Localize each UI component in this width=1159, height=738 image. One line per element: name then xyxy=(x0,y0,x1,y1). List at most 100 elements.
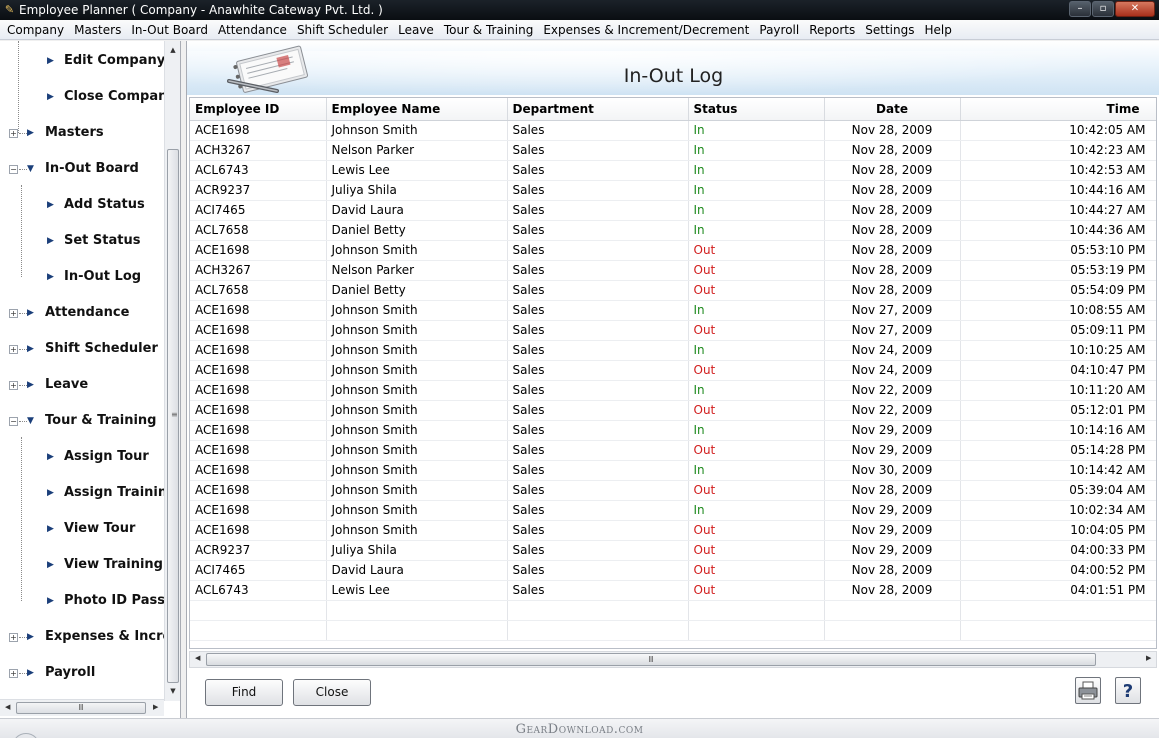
menu-masters[interactable]: Masters xyxy=(69,21,126,39)
table-row[interactable]: ACE1698 Johnson Smith Sales In Nov 27, 2009 1… xyxy=(190,300,1156,321)
help-button[interactable]: ? xyxy=(1115,677,1141,704)
sidebar-scroll-thumb[interactable]: ≡ xyxy=(167,149,179,683)
tree-expander-icon[interactable]: + xyxy=(9,345,18,354)
table-row[interactable]: ACI7465 David Laura Sales In Nov 28, 2009 10:… xyxy=(190,200,1156,221)
tree-expander-icon[interactable]: − xyxy=(9,417,18,426)
date-cell: Nov 30, 2009 xyxy=(824,460,961,481)
minimize-icon[interactable]: – xyxy=(1069,1,1091,17)
time-cell: 05:53:10 PM xyxy=(960,240,1156,261)
scroll-down-icon[interactable]: ▼ xyxy=(165,684,180,698)
table-row[interactable]: ACL6743 Lewis Lee Sales In Nov 28, 2009 10:42… xyxy=(190,160,1156,181)
sidebar-item-view-training[interactable]: View Training xyxy=(64,555,163,575)
menu-expenses-increment-decrement[interactable]: Expenses & Increment/Decrement xyxy=(538,21,754,39)
date-cell: Nov 28, 2009 xyxy=(824,200,961,221)
table-row[interactable]: ACE1698 Johnson Smith Sales In Nov 30, 2009 1… xyxy=(190,460,1156,481)
table-row[interactable]: ACE1698 Johnson Smith Sales Out Nov 29, 2009… xyxy=(190,520,1156,541)
sidebar-item-set-status[interactable]: Set Status xyxy=(64,231,140,251)
table-row[interactable]: ACL7658 Daniel Betty Sales In Nov 28, 2009 10… xyxy=(190,220,1156,241)
menu-reports[interactable]: Reports xyxy=(804,21,860,39)
menu-in-out-board[interactable]: In-Out Board xyxy=(126,21,213,39)
menu-settings[interactable]: Settings xyxy=(860,21,919,39)
menu-company[interactable]: Company xyxy=(2,21,69,39)
title-bar: ✎ Employee Planner ( Company - Anawhite … xyxy=(0,0,1159,20)
sidebar-item-in-out-log[interactable]: In-Out Log xyxy=(64,267,141,287)
find-button[interactable]: Find xyxy=(205,679,283,706)
table-row[interactable]: ACH3267 Nelson Parker Sales In Nov 28, 2009 1… xyxy=(190,140,1156,161)
scroll-right-icon[interactable]: ▶ xyxy=(153,703,158,711)
print-button[interactable] xyxy=(1075,677,1101,704)
table-row[interactable]: ACE1698 Johnson Smith Sales Out Nov 24, 2009… xyxy=(190,360,1156,381)
table-row[interactable]: ACE1698 Johnson Smith Sales Out Nov 28, 2009… xyxy=(190,480,1156,501)
close-button[interactable]: Close xyxy=(293,679,371,706)
sidebar-item-payroll[interactable]: Payroll xyxy=(45,663,95,683)
table-row[interactable]: ACE1698 Johnson Smith Sales Out Nov 22, 2009… xyxy=(190,400,1156,421)
sidebar-item-assign-training[interactable]: Assign Training xyxy=(64,483,176,503)
sidebar-vertical-scrollbar[interactable]: ▲ ≡ ▼ xyxy=(164,41,180,701)
grid-scroll-right-icon[interactable]: ▶ xyxy=(1146,654,1151,662)
menu-help[interactable]: Help xyxy=(919,21,956,39)
menu-shift-scheduler[interactable]: Shift Scheduler xyxy=(292,21,393,39)
menu-payroll[interactable]: Payroll xyxy=(754,21,804,39)
table-row[interactable]: ACE1698 Johnson Smith Sales In Nov 29, 2009 1… xyxy=(190,500,1156,521)
tree-expander-icon[interactable]: + xyxy=(9,381,18,390)
maximize-icon[interactable]: ▫ xyxy=(1092,1,1114,17)
sidebar-item-view-tour[interactable]: View Tour xyxy=(64,519,135,539)
table-row[interactable]: ACE1698 Johnson Smith Sales Out Nov 27, 2009… xyxy=(190,320,1156,341)
tree-expander-icon[interactable]: + xyxy=(9,309,18,318)
column-header-status[interactable]: Status xyxy=(688,98,825,121)
svg-text:?: ? xyxy=(1123,681,1133,702)
sidebar-item-attendance[interactable]: Attendance xyxy=(45,303,129,323)
column-header-employee-id[interactable]: Employee ID xyxy=(190,98,327,121)
employee-name-cell: Lewis Lee xyxy=(326,160,508,181)
column-header-date[interactable]: Date xyxy=(824,98,961,121)
sidebar-item-photo-id-pass[interactable]: Photo ID Pass xyxy=(64,591,165,611)
table-row[interactable]: ACE1698 Johnson Smith Sales In Nov 24, 2009 1… xyxy=(190,340,1156,361)
tree-expander-icon[interactable]: + xyxy=(9,129,18,138)
menu-attendance[interactable]: Attendance xyxy=(213,21,292,39)
tree-expander-icon[interactable]: + xyxy=(9,633,18,642)
sidebar-item-in-out-board[interactable]: In-Out Board xyxy=(45,159,139,179)
close-icon[interactable]: ✕ xyxy=(1115,1,1155,17)
table-row[interactable]: ACH3267 Nelson Parker Sales Out Nov 28, 2009… xyxy=(190,260,1156,281)
scroll-up-icon[interactable]: ▲ xyxy=(165,43,180,57)
sidebar-item-close-company[interactable]: Close Company xyxy=(64,87,176,107)
table-row[interactable]: ACL6743 Lewis Lee Sales Out Nov 28, 2009 04:0… xyxy=(190,580,1156,601)
table-row[interactable]: ACL7658 Daniel Betty Sales Out Nov 28, 2009 0… xyxy=(190,280,1156,301)
sidebar-item-edit-company[interactable]: Edit Company xyxy=(64,51,165,71)
help-icon: ? xyxy=(1123,681,1133,702)
department-cell: Sales xyxy=(507,180,689,201)
table-row[interactable]: ACR9237 Juliya Shila Sales In Nov 28, 2009 10… xyxy=(190,180,1156,201)
sidebar-item-expenses-increment-decrement[interactable]: Expenses & Increment/Decrement xyxy=(45,627,180,647)
sidebar-item-assign-tour[interactable]: Assign Tour xyxy=(64,447,149,467)
sidebar-item-shift-scheduler[interactable]: Shift Scheduler xyxy=(45,339,158,359)
table-row[interactable]: ACE1698 Johnson Smith Sales Out Nov 29, 2009… xyxy=(190,440,1156,461)
inout-log-grid[interactable]: Employee ID Employee Name Department Status… xyxy=(189,97,1157,649)
sidebar-item-leave[interactable]: Leave xyxy=(45,375,88,395)
column-header-department[interactable]: Department xyxy=(507,98,689,121)
grid-scroll-left-icon[interactable]: ◀ xyxy=(195,654,200,662)
scroll-left-icon[interactable]: ◀ xyxy=(5,703,10,711)
sidebar-item-add-status[interactable]: Add Status xyxy=(64,195,145,215)
employee-name-cell: Johnson Smith xyxy=(326,400,508,421)
table-row[interactable]: ACR9237 Juliya Shila Sales Out Nov 29, 2009 0… xyxy=(190,540,1156,561)
sidebar-item-masters[interactable]: Masters xyxy=(45,123,104,143)
employee-id-cell: ACE1698 xyxy=(190,400,327,421)
table-row[interactable]: ACE1698 Johnson Smith Sales Out Nov 28, 2009… xyxy=(190,240,1156,261)
table-row[interactable]: ACE1698 Johnson Smith Sales In Nov 22, 2009 1… xyxy=(190,380,1156,401)
sidebar-horizontal-scrollbar[interactable]: ◀ Ⅲ ▶ xyxy=(0,699,164,716)
column-header-time[interactable]: Time xyxy=(960,98,1156,121)
tree-expander-icon[interactable]: + xyxy=(9,669,18,678)
employee-id-cell: ACR9237 xyxy=(190,540,327,561)
table-row[interactable]: ACE1698 Johnson Smith Sales In Nov 29, 2009 1… xyxy=(190,420,1156,441)
sidebar-item-tour-training[interactable]: Tour & Training xyxy=(45,411,156,431)
column-header-employee-name[interactable]: Employee Name xyxy=(326,98,508,121)
menu-tour-training[interactable]: Tour & Training xyxy=(439,21,539,39)
tree-expander-icon[interactable]: − xyxy=(9,165,18,174)
watermark: GearDownload.com xyxy=(515,722,644,737)
grid-hscroll-thumb[interactable]: Ⅲ xyxy=(206,653,1096,666)
menu-leave[interactable]: Leave xyxy=(393,21,439,39)
sidebar-hscroll-thumb[interactable]: Ⅲ xyxy=(16,702,146,714)
table-row[interactable]: ACI7465 David Laura Sales Out Nov 28, 2009 04… xyxy=(190,560,1156,581)
grid-horizontal-scrollbar[interactable]: ◀ Ⅲ ▶ xyxy=(189,651,1157,668)
table-row[interactable]: ACE1698 Johnson Smith Sales In Nov 28, 2009 1… xyxy=(190,120,1156,141)
